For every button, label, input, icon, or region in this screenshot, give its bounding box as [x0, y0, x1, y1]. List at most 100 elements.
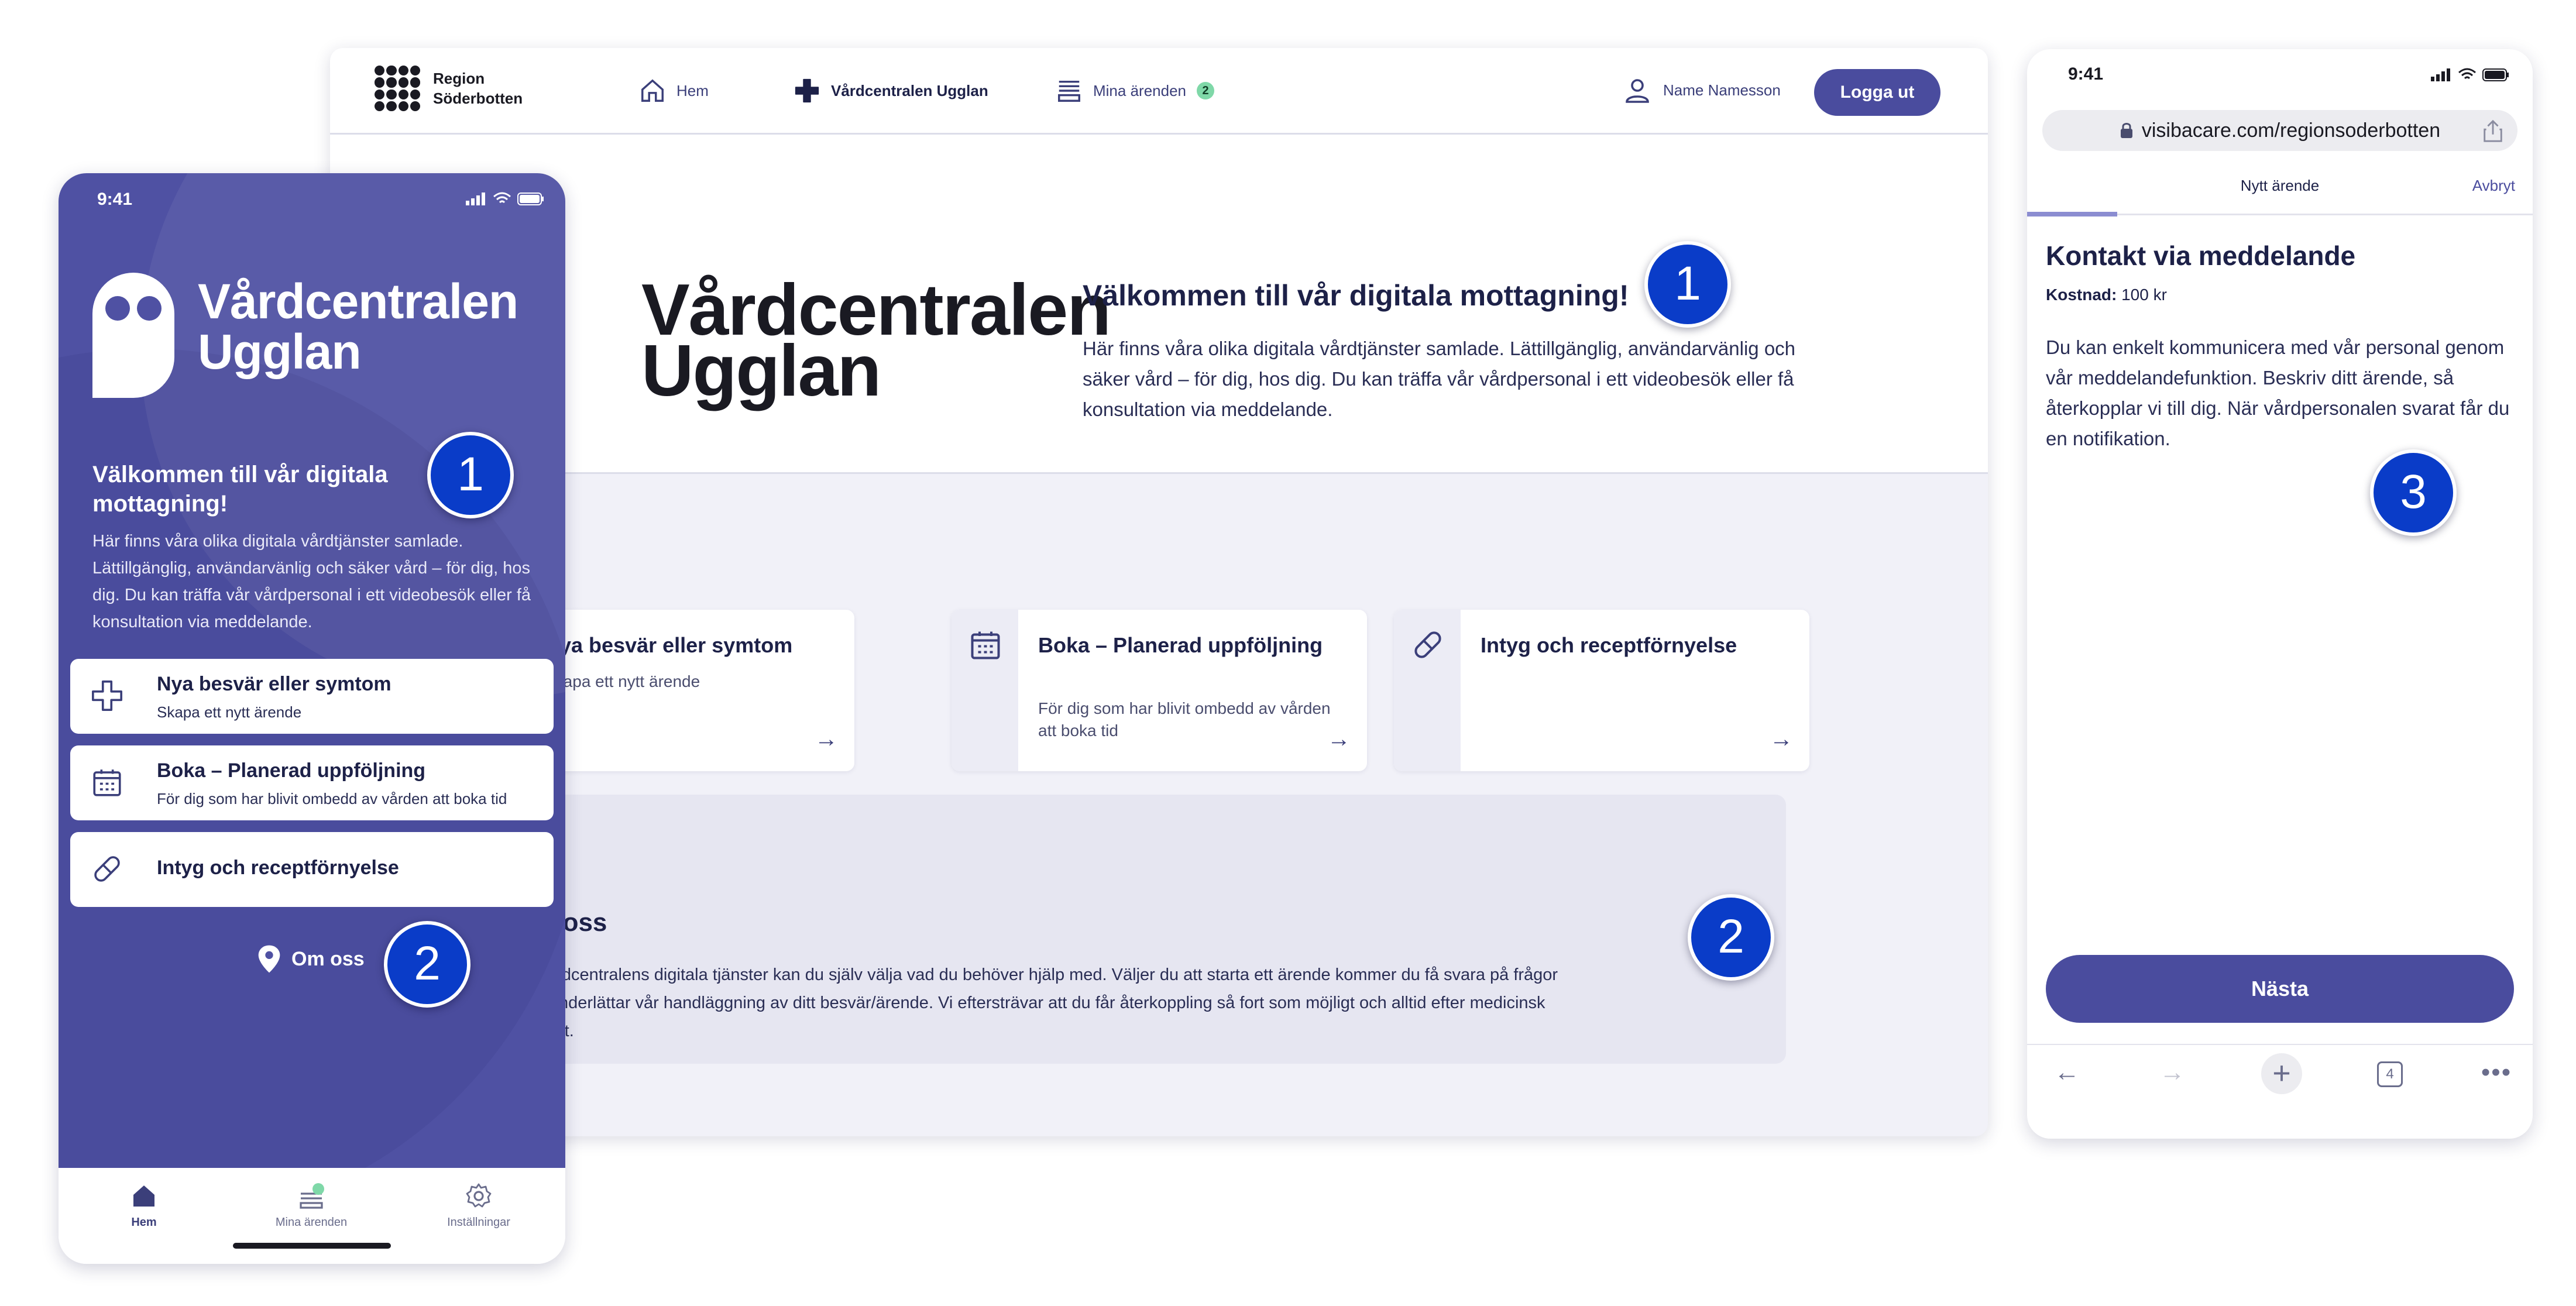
- status-time: 9:41: [2068, 64, 2104, 84]
- cost-label: Kostnad:: [2046, 286, 2117, 304]
- service-card-title: Boka – Planerad uppföljning: [1038, 633, 1323, 657]
- more-menu-icon[interactable]: •••: [2479, 1058, 2514, 1093]
- tab-cases[interactable]: Mina ärenden: [247, 1182, 376, 1229]
- battery-icon: [517, 193, 544, 205]
- region-logo[interactable]: Region Söderbotten: [375, 66, 523, 111]
- tab-settings-label: Inställningar: [447, 1216, 510, 1229]
- arrow-right-icon: →: [1327, 726, 1351, 752]
- status-icons: [2431, 68, 2509, 82]
- app-clinic-name-line1: Vårdcentralen: [198, 274, 518, 329]
- callout-marker: 2: [384, 921, 470, 1008]
- app-button-title: Intyg och receptförnyelse: [157, 857, 399, 879]
- mobile-browser: 9:41 visibacare.com/regionsoderbotten Ny…: [2027, 49, 2533, 1139]
- app-clinic-name: Vårdcentralen Ugglan: [198, 276, 518, 377]
- forward-arrow-icon[interactable]: →: [2155, 1058, 2190, 1093]
- nav-home[interactable]: Hem: [639, 76, 709, 105]
- about-text: På vårdcentralens digitala tjänster kan …: [513, 965, 1558, 1040]
- callout-marker: 1: [1644, 241, 1731, 328]
- address-bar[interactable]: visibacare.com/regionsoderbotten: [2042, 110, 2517, 151]
- service-card-prescription[interactable]: Intyg och receptförnyelse →: [1394, 610, 1809, 771]
- status-icons: [466, 192, 544, 206]
- app-welcome-heading: Välkommen till vår digitala mottagning!: [92, 462, 388, 517]
- user-menu[interactable]: Name Namesson: [1623, 76, 1781, 104]
- app-button-prescription[interactable]: Intyg och receptförnyelse: [70, 832, 554, 907]
- location-pin-icon: [258, 945, 280, 973]
- tabs-count-icon[interactable]: 4: [2377, 1061, 2403, 1087]
- share-icon[interactable]: [2482, 119, 2503, 143]
- nav-cases[interactable]: Mina ärenden 2: [1056, 76, 1214, 105]
- cancel-link[interactable]: Avbryt: [2472, 177, 2515, 195]
- plus-cross-icon: [92, 681, 122, 711]
- region-logo-line2: Söderbotten: [433, 90, 523, 107]
- app-button-subtitle: För dig som har blivit ombedd av vården …: [157, 790, 507, 807]
- hero-clinic-name: Vårdcentralen Ugglan: [641, 274, 1111, 407]
- app-welcome-text: Här finns våra olika digitala vårdtjänst…: [92, 532, 531, 631]
- plus-cross-icon: [795, 78, 819, 103]
- app-button-title: Boka – Planerad uppföljning: [157, 759, 426, 782]
- app-button-subtitle: Skapa ett nytt ärende: [157, 703, 302, 721]
- home-indicator[interactable]: [233, 1243, 391, 1249]
- status-time: 9:41: [97, 190, 133, 209]
- service-card-title: Nya besvär eller symtom: [544, 633, 793, 657]
- inbox-icon: [1058, 80, 1080, 102]
- nav-clinic[interactable]: Vårdcentralen Ugglan: [794, 76, 988, 105]
- wifi-icon: [2458, 68, 2476, 80]
- service-card-booking[interactable]: Boka – Planerad uppföljning För dig som …: [952, 610, 1367, 771]
- callout-marker: 3: [2370, 449, 2457, 536]
- lock-icon: [2120, 123, 2132, 138]
- signal-icon: [2431, 68, 2450, 81]
- arrow-right-icon: →: [815, 726, 838, 752]
- form-progress-bar: [2027, 212, 2117, 216]
- back-arrow-icon[interactable]: ←: [2049, 1058, 2084, 1093]
- new-tab-plus-icon[interactable]: +: [2261, 1053, 2302, 1094]
- next-button[interactable]: Nästa: [2046, 955, 2514, 1023]
- tab-home-label: Hem: [131, 1216, 157, 1229]
- clinic-owl-logo: [92, 273, 174, 398]
- about-link[interactable]: Om oss: [257, 944, 365, 974]
- service-card-title: Intyg och receptförnyelse: [1481, 633, 1737, 657]
- region-logo-line1: Region: [433, 70, 485, 87]
- pill-icon: [1414, 631, 1441, 658]
- cost-value: 100 kr: [2121, 286, 2167, 304]
- arrow-right-icon: →: [1770, 726, 1793, 752]
- nav-cases-label: Mina ärenden: [1093, 81, 1186, 99]
- form-header: Nytt ärende Avbryt: [2027, 164, 2533, 215]
- cost-row: Kostnad: 100 kr: [2046, 286, 2167, 304]
- app-tab-bar: Hem Mina ärenden Inställningar: [59, 1168, 565, 1264]
- wifi-icon: [493, 192, 511, 204]
- app-phone: 9:41 Vårdcentralen Ugglan Välkommen till…: [59, 173, 565, 1264]
- welcome-text: Här finns våra olika digitala vårdtjänst…: [1083, 338, 1796, 420]
- home-icon: [133, 1185, 154, 1207]
- home-icon: [641, 79, 664, 102]
- form-title: Kontakt via meddelande: [2046, 240, 2356, 271]
- form-header-title: Nytt ärende: [2240, 177, 2320, 194]
- calendar-icon: [971, 631, 1000, 659]
- app-clinic-name-line2: Ugglan: [198, 324, 362, 379]
- inbox-icon: [300, 1183, 324, 1209]
- address-url: visibacare.com/regionsoderbotten: [2141, 119, 2441, 142]
- service-card-subtitle: För dig som har blivit ombedd av vården …: [1038, 699, 1331, 740]
- browser-toolbar: ← → + 4 •••: [2027, 1044, 2533, 1097]
- callout-marker: 2: [1688, 894, 1774, 981]
- battery-icon: [2482, 68, 2509, 81]
- form-description: Du kan enkelt kommunicera med vår person…: [2046, 336, 2510, 449]
- logout-button[interactable]: Logga ut: [1814, 69, 1940, 116]
- app-button-booking[interactable]: Boka – Planerad uppföljning För dig som …: [70, 745, 554, 820]
- gear-icon: [466, 1183, 492, 1208]
- service-card-subtitle: Skapa ett nytt ärende: [544, 672, 700, 690]
- app-button-new-symptoms[interactable]: Nya besvär eller symtom Skapa ett nytt ä…: [70, 659, 554, 734]
- top-navbar: Region Söderbotten Hem Vårdcentralen Ugg…: [330, 48, 1988, 135]
- tab-settings[interactable]: Inställningar: [414, 1182, 543, 1229]
- app-button-title: Nya besvär eller symtom: [157, 673, 391, 695]
- nav-home-label: Hem: [676, 81, 709, 99]
- welcome-heading: Välkommen till vår digitala mottagning!: [1083, 279, 1629, 312]
- callout-marker: 1: [427, 432, 514, 518]
- user-name: Name Namesson: [1663, 81, 1781, 99]
- region-logo-mark: [375, 66, 420, 111]
- nav-clinic-label: Vårdcentralen Ugglan: [831, 81, 988, 99]
- user-icon: [1626, 79, 1649, 103]
- about-link-label: Om oss: [291, 947, 365, 970]
- cases-count-badge: 2: [1197, 82, 1214, 99]
- tab-home[interactable]: Hem: [80, 1182, 208, 1229]
- pill-icon: [94, 856, 120, 882]
